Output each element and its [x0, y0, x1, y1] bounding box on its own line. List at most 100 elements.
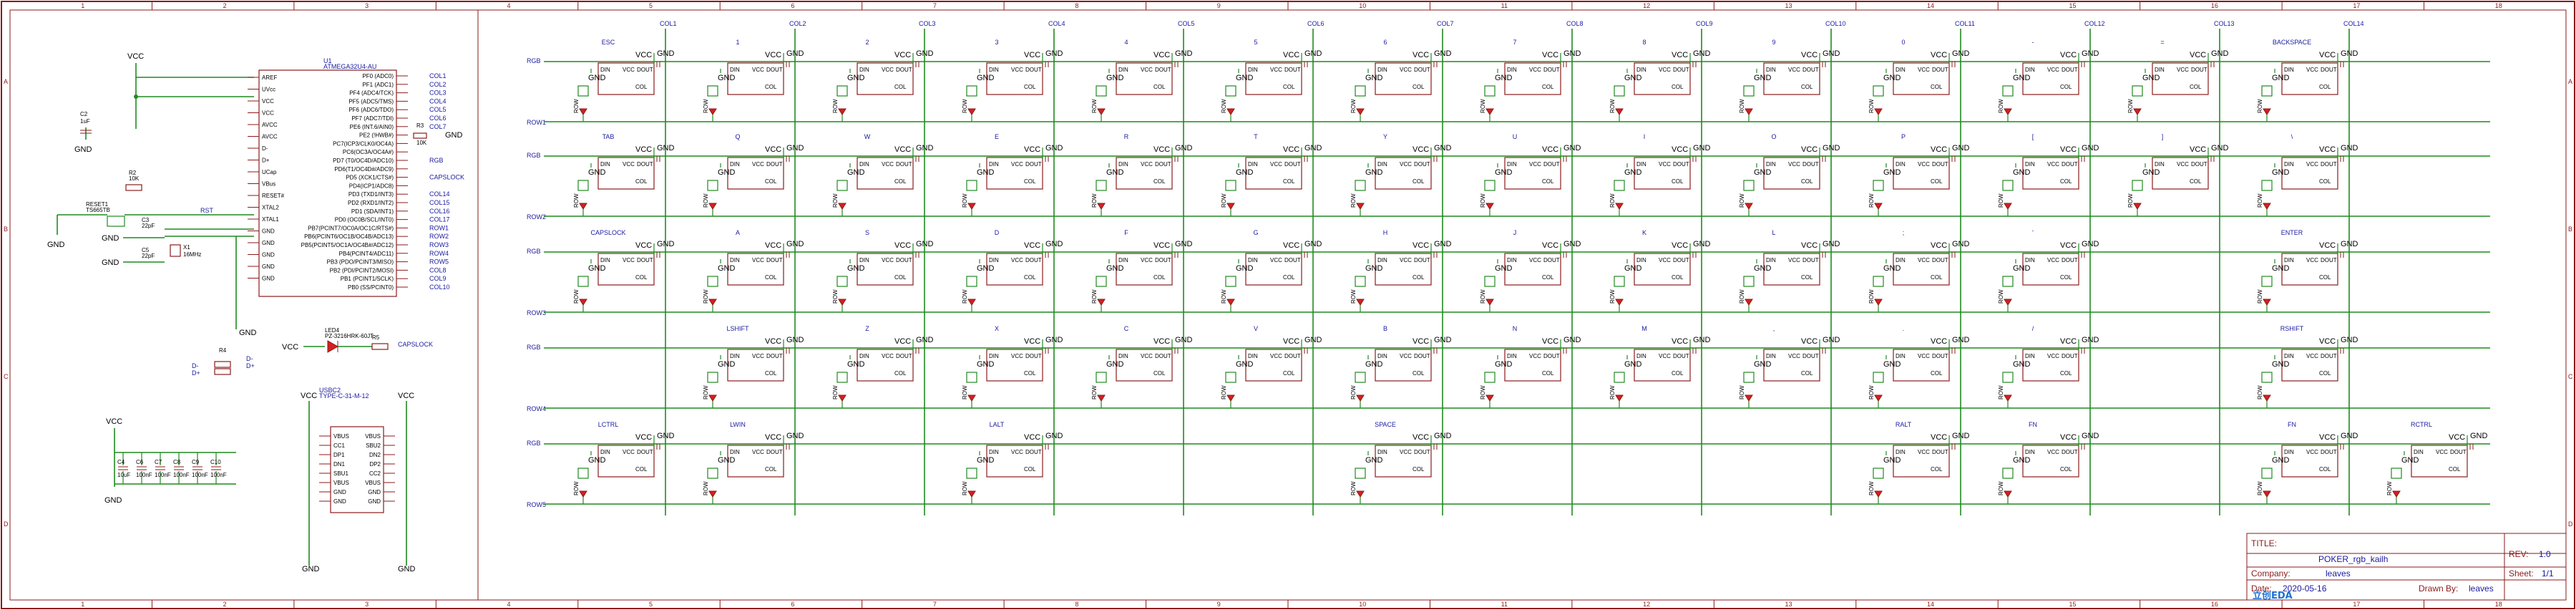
- key-gnd-sym: GND: [2272, 456, 2290, 465]
- col-net-label: COL11: [1955, 20, 1975, 27]
- key-gnd-sym: GND: [1365, 74, 1383, 82]
- key-row-pin: ROW: [2127, 99, 2134, 113]
- key-label: N: [1513, 325, 1518, 332]
- row-net-label: ROW2: [527, 213, 546, 221]
- reset-part: TS665TB: [86, 207, 110, 213]
- key-cell: XROWDIN VCC DOUTCOLVCC GNDGND: [962, 325, 1063, 408]
- zone-right-label: D: [2568, 521, 2573, 528]
- key-vcc-pin: VCC: [1659, 353, 1671, 359]
- key-vcc-pin: VCC: [752, 449, 764, 455]
- key-vcc-label: VCC: [1801, 51, 1818, 59]
- key-cell: ESCROWDIN VCC DOUTCOLVCC GNDGND: [573, 39, 675, 122]
- key-cell: /ROWDIN VCC DOUTCOLVCC GNDGND: [1998, 325, 2099, 408]
- key-diode: [1874, 394, 1883, 402]
- key-gnd-sym: GND: [2142, 74, 2160, 82]
- zone-top-label: 13: [1785, 2, 1792, 9]
- key-switch: [1096, 276, 1107, 287]
- key-gnd-label: GND: [1823, 49, 1840, 58]
- key-vcc-label: VCC: [635, 51, 652, 59]
- key-diode: [1226, 108, 1235, 115]
- key-vcc-label: VCC: [1024, 51, 1040, 59]
- key-col-pin: COL: [1153, 84, 1166, 90]
- key-din-pin: DIN: [1377, 257, 1387, 263]
- key-gnd-label: GND: [1175, 336, 1193, 344]
- key-vcc-label: VCC: [1153, 241, 1170, 250]
- key-cell: -ROWDIN VCC DOUTCOLVCC GNDGND: [1998, 39, 2099, 122]
- zone-bottom-label: 14: [1927, 601, 1934, 608]
- key-cell: NROWDIN VCC DOUTCOLVCC GNDGND: [1480, 325, 1581, 408]
- key-label: -: [2032, 39, 2034, 46]
- key-gnd-sym: GND: [718, 168, 736, 177]
- key-label: S: [865, 229, 869, 236]
- key-gnd-sym: GND: [977, 360, 995, 369]
- key-row-pin: ROW: [1350, 193, 1357, 208]
- key-vcc-pin: VCC: [1659, 257, 1671, 263]
- zone-bottom-label: 17: [2353, 601, 2360, 608]
- key-din-pin: DIN: [1636, 67, 1646, 73]
- mcu-right-pin-label: PF5 (ADC5/TMS): [348, 98, 394, 105]
- key-label: LALT: [990, 421, 1005, 428]
- mcu-left-pin-label: AVCC: [262, 122, 278, 128]
- key-label: R: [1124, 133, 1129, 140]
- key-switch: [1614, 276, 1625, 287]
- col-net-label: COL2: [789, 20, 806, 27]
- key-col-pin: COL: [2060, 178, 2072, 185]
- zone-top-label: 16: [2211, 2, 2218, 9]
- mcu-right-pin-label: PB6(PCINT6/OC1B/OC4B/ADC13): [304, 233, 394, 240]
- key-vcc-label: VCC: [1413, 337, 1429, 346]
- key-vcc-pin: VCC: [1270, 161, 1282, 168]
- key-switch: [2261, 180, 2273, 191]
- key-cell: OROWDIN VCC DOUTCOLVCC GNDGND: [1739, 133, 1840, 216]
- key-row-pin: ROW: [832, 289, 839, 304]
- key-diode: [1356, 394, 1365, 402]
- key-vcc-pin: VCC: [1141, 161, 1153, 168]
- key-gnd-sym: GND: [847, 360, 865, 369]
- key-dout-pin: DOUT: [1284, 353, 1301, 359]
- mcu-left-pin-label: RESET#: [262, 193, 285, 199]
- key-col-pin: COL: [1801, 370, 1813, 377]
- key-label: LCTRL: [598, 421, 619, 428]
- row-net-label: ROW3: [527, 309, 546, 316]
- mcu-net-label: ROW4: [429, 250, 449, 257]
- key-gnd-label: GND: [1823, 144, 1840, 152]
- mcu-left-pin-label: GND: [262, 276, 275, 282]
- key-gnd-sym: GND: [1106, 74, 1124, 82]
- key-gnd-label: GND: [1304, 240, 1322, 248]
- key-din-pin: DIN: [730, 257, 740, 263]
- key-label: K: [1642, 229, 1646, 236]
- zone-top-label: 12: [1643, 2, 1650, 9]
- key-vcc-pin: VCC: [1141, 257, 1153, 263]
- key-vcc-pin: VCC: [1270, 67, 1282, 73]
- key-vcc-pin: VCC: [1788, 161, 1800, 168]
- key-vcc-label: VCC: [1801, 145, 1818, 154]
- key-label: 7: [1513, 39, 1516, 46]
- zone-right-label: C: [2568, 373, 2573, 380]
- key-vcc-pin: VCC: [2306, 161, 2318, 168]
- key-gnd-sym: GND: [1236, 264, 1254, 273]
- key-vcc-pin: VCC: [1011, 257, 1023, 263]
- key-gnd-label: GND: [1434, 144, 1452, 152]
- key-din-pin: DIN: [600, 257, 610, 263]
- key-col-pin: COL: [894, 370, 907, 377]
- key-row-pin: ROW: [1868, 193, 1875, 208]
- key-switch: [1614, 85, 1625, 97]
- mcu-right-pin-label: PE2 (!HWB#): [359, 132, 394, 139]
- key-cell: =ROWDIN VCC DOUTCOLVCC GNDGND: [2127, 39, 2229, 122]
- key-cell: CAPSLOCKROWDIN VCC DOUTCOLVCC GNDGND: [573, 229, 675, 312]
- key-vcc-label: VCC: [1153, 145, 1170, 154]
- key-din-pin: DIN: [989, 67, 999, 73]
- key-label: I: [1644, 133, 1646, 140]
- key-dout-pin: DOUT: [637, 67, 653, 73]
- row-net-label: ROW1: [527, 119, 546, 126]
- key-switch: [966, 180, 977, 191]
- usb-left-pin: VBUS: [333, 480, 349, 486]
- key-col-pin: COL: [2190, 178, 2202, 185]
- key-row-pin: ROW: [1739, 99, 1745, 113]
- key-din-pin: DIN: [2284, 353, 2294, 359]
- key-vcc-label: VCC: [765, 241, 781, 250]
- key-din-pin: DIN: [730, 353, 740, 359]
- key-dout-pin: DOUT: [1932, 353, 1948, 359]
- key-diode: [1226, 299, 1235, 306]
- key-vcc-pin: VCC: [882, 67, 894, 73]
- key-col-pin: COL: [2060, 84, 2072, 90]
